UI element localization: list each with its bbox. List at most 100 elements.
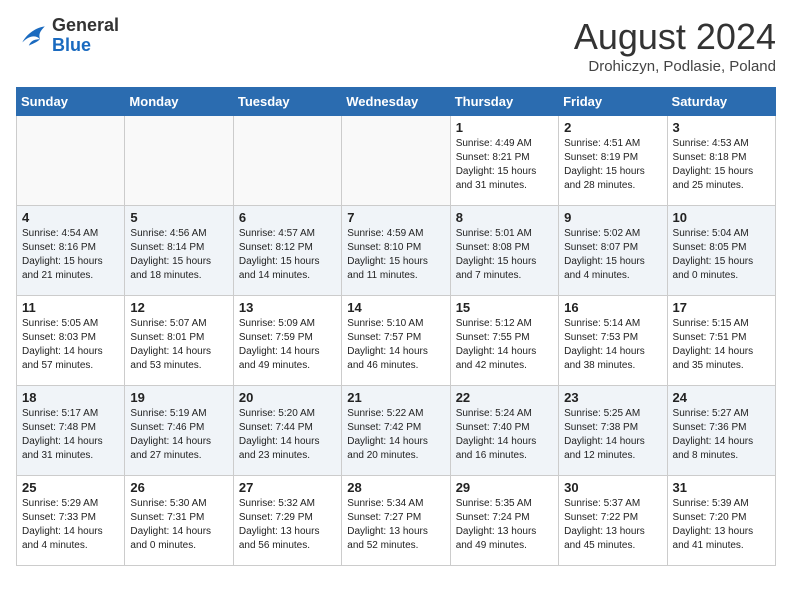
day-number: 14 bbox=[347, 300, 444, 315]
day-number: 3 bbox=[673, 120, 770, 135]
cell-info: Sunrise: 4:57 AM Sunset: 8:12 PM Dayligh… bbox=[239, 227, 336, 283]
day-number: 25 bbox=[22, 480, 119, 495]
cell-info: Sunrise: 5:20 AM Sunset: 7:44 PM Dayligh… bbox=[239, 407, 336, 463]
day-number: 22 bbox=[456, 390, 553, 405]
day-number: 21 bbox=[347, 390, 444, 405]
cell-info: Sunrise: 5:22 AM Sunset: 7:42 PM Dayligh… bbox=[347, 407, 444, 463]
cell-info: Sunrise: 5:30 AM Sunset: 7:31 PM Dayligh… bbox=[130, 497, 227, 553]
cell-info: Sunrise: 5:29 AM Sunset: 7:33 PM Dayligh… bbox=[22, 497, 119, 553]
calendar-cell: 1Sunrise: 4:49 AM Sunset: 8:21 PM Daylig… bbox=[450, 116, 558, 206]
day-number: 27 bbox=[239, 480, 336, 495]
cell-info: Sunrise: 5:37 AM Sunset: 7:22 PM Dayligh… bbox=[564, 497, 661, 553]
calendar-cell: 27 Sunrise: 5:32 AM Sunset: 7:29 PM Dayli… bbox=[233, 476, 341, 566]
calendar-week-row: 4Sunrise: 4:54 AM Sunset: 8:16 PM Daylig… bbox=[17, 206, 776, 296]
calendar-cell: 28 Sunrise: 5:34 AM Sunset: 7:27 PM Dayli… bbox=[342, 476, 450, 566]
day-number: 17 bbox=[673, 300, 770, 315]
logo-icon bbox=[16, 20, 48, 52]
calendar-cell: 20 Sunrise: 5:20 AM Sunset: 7:44 PM Dayli… bbox=[233, 386, 341, 476]
calendar-week-row: 25 Sunrise: 5:29 AM Sunset: 7:33 PM Dayli… bbox=[17, 476, 776, 566]
calendar-week-row: 18Sunrise: 5:17 AM Sunset: 7:48 PM Dayli… bbox=[17, 386, 776, 476]
cell-info: Sunrise: 5:01 AM Sunset: 8:08 PM Dayligh… bbox=[456, 227, 553, 283]
calendar-cell: 23Sunrise: 5:25 AM Sunset: 7:38 PM Dayli… bbox=[559, 386, 667, 476]
day-number: 20 bbox=[239, 390, 336, 405]
cell-info: Sunrise: 5:07 AM Sunset: 8:01 PM Dayligh… bbox=[130, 317, 227, 373]
cell-info: Sunrise: 5:39 AM Sunset: 7:20 PM Dayligh… bbox=[673, 497, 770, 553]
day-number: 8 bbox=[456, 210, 553, 225]
day-number: 28 bbox=[347, 480, 444, 495]
weekday-header: Wednesday bbox=[342, 88, 450, 116]
calendar-cell: 9 Sunrise: 5:02 AM Sunset: 8:07 PM Daylig… bbox=[559, 206, 667, 296]
day-number: 24 bbox=[673, 390, 770, 405]
day-number: 29 bbox=[456, 480, 553, 495]
calendar-cell: 18Sunrise: 5:17 AM Sunset: 7:48 PM Dayli… bbox=[17, 386, 125, 476]
cell-info: Sunrise: 5:34 AM Sunset: 7:27 PM Dayligh… bbox=[347, 497, 444, 553]
weekday-header: Tuesday bbox=[233, 88, 341, 116]
day-number: 30 bbox=[564, 480, 661, 495]
cell-info: Sunrise: 5:15 AM Sunset: 7:51 PM Dayligh… bbox=[673, 317, 770, 373]
day-number: 6 bbox=[239, 210, 336, 225]
day-number: 18 bbox=[22, 390, 119, 405]
calendar-cell bbox=[342, 116, 450, 206]
title-block: August 2024 Drohiczyn, Podlasie, Poland bbox=[574, 16, 776, 75]
calendar-cell bbox=[125, 116, 233, 206]
location-subtitle: Drohiczyn, Podlasie, Poland bbox=[574, 58, 776, 75]
day-number: 9 bbox=[564, 210, 661, 225]
calendar-cell: 13 Sunrise: 5:09 AM Sunset: 7:59 PM Dayli… bbox=[233, 296, 341, 386]
logo-line1: General bbox=[52, 16, 119, 36]
day-number: 7 bbox=[347, 210, 444, 225]
day-number: 4 bbox=[22, 210, 119, 225]
cell-info: Sunrise: 5:09 AM Sunset: 7:59 PM Dayligh… bbox=[239, 317, 336, 373]
logo: General Blue bbox=[16, 16, 119, 56]
day-number: 2 bbox=[564, 120, 661, 135]
cell-info: Sunrise: 4:53 AM Sunset: 8:18 PM Dayligh… bbox=[673, 137, 770, 193]
cell-info: Sunrise: 4:59 AM Sunset: 8:10 PM Dayligh… bbox=[347, 227, 444, 283]
calendar-cell: 31 Sunrise: 5:39 AM Sunset: 7:20 PM Dayli… bbox=[667, 476, 775, 566]
day-number: 11 bbox=[22, 300, 119, 315]
cell-info: Sunrise: 5:32 AM Sunset: 7:29 PM Dayligh… bbox=[239, 497, 336, 553]
calendar-week-row: 1Sunrise: 4:49 AM Sunset: 8:21 PM Daylig… bbox=[17, 116, 776, 206]
weekday-header: Friday bbox=[559, 88, 667, 116]
cell-info: Sunrise: 5:04 AM Sunset: 8:05 PM Dayligh… bbox=[673, 227, 770, 283]
calendar-cell bbox=[233, 116, 341, 206]
day-number: 26 bbox=[130, 480, 227, 495]
calendar-cell bbox=[17, 116, 125, 206]
day-number: 1 bbox=[456, 120, 553, 135]
page-header: General Blue August 2024 Drohiczyn, Podl… bbox=[16, 16, 776, 75]
calendar-cell: 14 Sunrise: 5:10 AM Sunset: 7:57 PM Dayli… bbox=[342, 296, 450, 386]
cell-info: Sunrise: 5:24 AM Sunset: 7:40 PM Dayligh… bbox=[456, 407, 553, 463]
cell-info: Sunrise: 5:10 AM Sunset: 7:57 PM Dayligh… bbox=[347, 317, 444, 373]
calendar-cell: 29Sunrise: 5:35 AM Sunset: 7:24 PM Dayli… bbox=[450, 476, 558, 566]
calendar-week-row: 11Sunrise: 5:05 AM Sunset: 8:03 PM Dayli… bbox=[17, 296, 776, 386]
day-number: 13 bbox=[239, 300, 336, 315]
calendar-cell: 17 Sunrise: 5:15 AM Sunset: 7:51 PM Dayli… bbox=[667, 296, 775, 386]
cell-info: Sunrise: 5:02 AM Sunset: 8:07 PM Dayligh… bbox=[564, 227, 661, 283]
weekday-header: Saturday bbox=[667, 88, 775, 116]
calendar-cell: 24Sunrise: 5:27 AM Sunset: 7:36 PM Dayli… bbox=[667, 386, 775, 476]
cell-info: Sunrise: 5:19 AM Sunset: 7:46 PM Dayligh… bbox=[130, 407, 227, 463]
calendar-cell: 8 Sunrise: 5:01 AM Sunset: 8:08 PM Daylig… bbox=[450, 206, 558, 296]
calendar-cell: 2 Sunrise: 4:51 AM Sunset: 8:19 PM Daylig… bbox=[559, 116, 667, 206]
logo-line2: Blue bbox=[52, 36, 119, 56]
calendar-cell: 26 Sunrise: 5:30 AM Sunset: 7:31 PM Dayli… bbox=[125, 476, 233, 566]
calendar-cell: 4Sunrise: 4:54 AM Sunset: 8:16 PM Daylig… bbox=[17, 206, 125, 296]
calendar-cell: 3 Sunrise: 4:53 AM Sunset: 8:18 PM Daylig… bbox=[667, 116, 775, 206]
day-number: 19 bbox=[130, 390, 227, 405]
calendar-cell: 12 Sunrise: 5:07 AM Sunset: 8:01 PM Dayli… bbox=[125, 296, 233, 386]
day-number: 5 bbox=[130, 210, 227, 225]
calendar-table: SundayMondayTuesdayWednesdayThursdayFrid… bbox=[16, 87, 776, 566]
day-number: 16 bbox=[564, 300, 661, 315]
calendar-cell: 25 Sunrise: 5:29 AM Sunset: 7:33 PM Dayli… bbox=[17, 476, 125, 566]
calendar-cell: 11Sunrise: 5:05 AM Sunset: 8:03 PM Dayli… bbox=[17, 296, 125, 386]
weekday-header: Thursday bbox=[450, 88, 558, 116]
weekday-header: Sunday bbox=[17, 88, 125, 116]
calendar-cell: 7 Sunrise: 4:59 AM Sunset: 8:10 PM Daylig… bbox=[342, 206, 450, 296]
day-number: 15 bbox=[456, 300, 553, 315]
cell-info: Sunrise: 4:51 AM Sunset: 8:19 PM Dayligh… bbox=[564, 137, 661, 193]
calendar-cell: 30 Sunrise: 5:37 AM Sunset: 7:22 PM Dayli… bbox=[559, 476, 667, 566]
day-number: 12 bbox=[130, 300, 227, 315]
month-title: August 2024 bbox=[574, 16, 776, 58]
calendar-cell: 15Sunrise: 5:12 AM Sunset: 7:55 PM Dayli… bbox=[450, 296, 558, 386]
day-number: 10 bbox=[673, 210, 770, 225]
day-number: 23 bbox=[564, 390, 661, 405]
day-number: 31 bbox=[673, 480, 770, 495]
